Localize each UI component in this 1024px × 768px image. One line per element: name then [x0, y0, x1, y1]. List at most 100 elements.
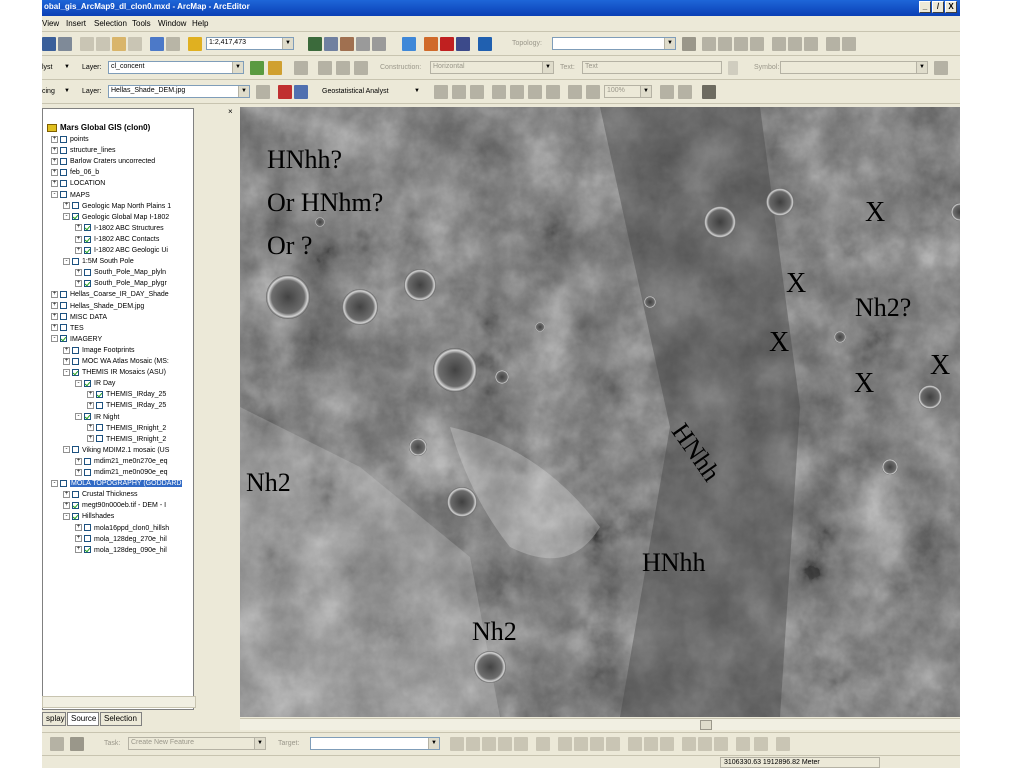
layer-visibility-checkbox[interactable] — [96, 402, 103, 410]
layer-visibility-checkbox[interactable] — [72, 202, 79, 210]
menu-selection[interactable]: Selection — [94, 19, 127, 28]
symbol-options-icon[interactable] — [934, 61, 948, 75]
toc-layer-item[interactable]: + LOCATION — [51, 178, 105, 189]
menu-window[interactable]: Window — [158, 19, 186, 28]
expand-icon[interactable]: + — [51, 291, 58, 299]
tab-source[interactable]: Source — [67, 712, 99, 726]
layer-visibility-checkbox[interactable] — [60, 324, 67, 332]
editor-icon[interactable] — [308, 37, 322, 51]
flicker-icon[interactable] — [294, 85, 308, 99]
toc-layer-item[interactable]: - IR Day — [75, 378, 115, 389]
construction-combo[interactable]: Horizontal ▼ — [430, 61, 554, 74]
expand-icon[interactable]: + — [87, 435, 94, 443]
layer-visibility-checkbox[interactable] — [72, 357, 79, 365]
geostatistical-analyst-menu[interactable]: Geostatistical Analyst — [322, 88, 389, 95]
adjust-contrast-icon[interactable] — [256, 85, 270, 99]
edit-tool-icon[interactable] — [514, 737, 528, 751]
menu-view[interactable]: View — [42, 19, 59, 28]
collapse-icon[interactable]: - — [75, 413, 82, 421]
copy-icon[interactable] — [96, 37, 110, 51]
layer-visibility-checkbox[interactable] — [84, 235, 91, 243]
arctoolbox-icon[interactable] — [340, 37, 354, 51]
zoom-combo[interactable]: 100% ▼ — [604, 85, 652, 98]
layer-visibility-checkbox[interactable] — [84, 268, 91, 276]
toc-root[interactable]: Mars Global GIS (clon0) — [47, 123, 150, 132]
layer-visibility-checkbox[interactable] — [96, 435, 103, 443]
cut-icon[interactable] — [80, 37, 94, 51]
sketch-tool-icon[interactable] — [70, 737, 84, 751]
toc-layer-item[interactable]: + I-1802 ABC Contacts — [75, 234, 159, 245]
label-priority-icon[interactable] — [268, 61, 282, 75]
expand-icon[interactable]: + — [51, 135, 58, 143]
layer-visibility-checkbox[interactable] — [60, 313, 67, 321]
collapse-icon[interactable]: - — [51, 335, 58, 343]
edit-tool-icon[interactable] — [736, 737, 750, 751]
topology-tool-icon[interactable] — [682, 37, 696, 51]
toc-layer-item[interactable]: - Geologic Global Map I-1802 — [63, 212, 169, 223]
expand-icon[interactable]: + — [75, 546, 82, 554]
expand-icon[interactable]: + — [75, 224, 82, 232]
layer-visibility-checkbox[interactable] — [72, 490, 79, 498]
minimize-button[interactable]: _ — [919, 1, 931, 13]
edit-tool-icon[interactable] — [536, 737, 550, 751]
layer-visibility-checkbox[interactable] — [72, 257, 79, 265]
edit-tool-icon[interactable] — [590, 737, 604, 751]
layer-visibility-checkbox[interactable] — [72, 368, 79, 376]
edit-tool-icon[interactable] — [660, 737, 674, 751]
maximize-button[interactable]: ̸ — [932, 1, 944, 13]
georef-icon[interactable] — [510, 85, 524, 99]
toc-layer-item[interactable]: + megt90n000eb.tif - DEM - I — [63, 500, 166, 511]
georef-icon[interactable] — [470, 85, 484, 99]
whats-this-icon[interactable] — [478, 37, 492, 51]
chevron-down-icon[interactable]: ▼ — [664, 38, 675, 49]
undo-icon[interactable] — [150, 37, 164, 51]
label-manager-icon[interactable] — [250, 61, 264, 75]
collapse-icon[interactable]: - — [75, 379, 82, 387]
table-icon[interactable] — [678, 85, 692, 99]
toc-horizontal-scrollbar[interactable] — [42, 696, 196, 708]
expand-icon[interactable]: + — [63, 501, 70, 509]
collapse-icon[interactable]: - — [63, 257, 70, 265]
chevron-down-icon[interactable]: ▼ — [640, 86, 651, 97]
toc-layer-item[interactable]: + mola16ppd_clon0_hillsh — [75, 523, 169, 534]
toc-layer-item[interactable]: + THEMIS_IRnight_2 — [87, 423, 166, 434]
expand-icon[interactable]: + — [75, 268, 82, 276]
layer-visibility-checkbox[interactable] — [60, 335, 67, 343]
toc-layer-item[interactable]: - MOLA TOPOGRAPHY (GODDARD — [51, 478, 183, 489]
edit-tool-icon[interactable] — [558, 737, 572, 751]
menu-help[interactable]: Help — [192, 19, 208, 28]
expand-icon[interactable]: + — [75, 279, 82, 287]
map-display[interactable]: HNhh? Or HNhm? Or ? X X Nh2? X X X HNhh Nh2 HNhh Nh2 — [240, 107, 960, 717]
table-icon[interactable] — [660, 85, 674, 99]
edit-tool-icon[interactable] — [482, 737, 496, 751]
model-icon[interactable] — [372, 37, 386, 51]
layer-visibility-checkbox[interactable] — [72, 446, 79, 454]
map-horizontal-scrollbar[interactable] — [240, 718, 960, 730]
toc-layer-item[interactable]: + I-1802 ABC Structures — [75, 223, 164, 234]
task-combo[interactable]: Create New Feature ▼ — [128, 737, 266, 750]
layer-visibility-checkbox[interactable] — [96, 390, 103, 398]
toc-layer-item[interactable]: - Hillshades — [63, 511, 114, 522]
reshape-edge-icon[interactable] — [788, 37, 802, 51]
collapse-icon[interactable]: - — [63, 446, 70, 454]
expand-icon[interactable]: + — [75, 457, 82, 465]
toc-layer-item[interactable]: - Viking MDIM2.1 mosaic (US — [63, 445, 169, 456]
effects-layer-combo[interactable]: Hellas_Shade_DEM.jpg ▼ — [108, 85, 250, 98]
fix-topology-icon[interactable] — [702, 37, 716, 51]
toc-layer-item[interactable]: + Hellas_Coarse_IR_DAY_Shade — [51, 289, 169, 300]
layer-visibility-checkbox[interactable] — [60, 180, 67, 188]
layer-visibility-checkbox[interactable] — [60, 135, 67, 143]
layer-visibility-checkbox[interactable] — [60, 291, 67, 299]
toc-layer-item[interactable]: + Hellas_Shade_DEM.jpg — [51, 301, 144, 312]
map-scale-combo[interactable]: 1:2,417,473 ▼ — [206, 37, 294, 50]
georef-icon[interactable] — [546, 85, 560, 99]
layer-visibility-checkbox[interactable] — [84, 546, 91, 554]
toc-layer-item[interactable]: + points — [51, 134, 89, 145]
edit-tool-icon[interactable] — [776, 737, 790, 751]
chevron-down-icon[interactable]: ▼ — [282, 38, 293, 49]
chevron-down-icon[interactable]: ▼ — [64, 64, 70, 70]
delete-icon[interactable] — [128, 37, 142, 51]
expand-icon[interactable]: + — [51, 313, 58, 321]
lock-labels-icon[interactable] — [294, 61, 308, 75]
expand-icon[interactable]: + — [75, 235, 82, 243]
